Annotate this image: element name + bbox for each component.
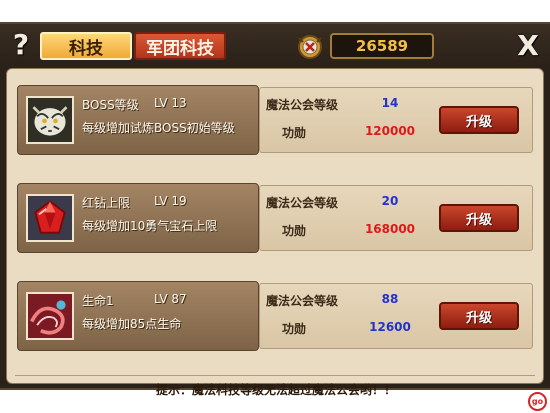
gold-emblem-icon (298, 35, 322, 59)
divider (15, 375, 535, 376)
guild-level-label: 魔法公会等级 (266, 98, 339, 112)
upgrade-button[interactable]: 升级 (439, 106, 519, 134)
tech-level: LV 13 (154, 96, 187, 110)
guild-level-label: 魔法公会等级 (266, 294, 339, 308)
tab-legion-tech[interactable]: 军团科技 (134, 32, 226, 60)
tech-row-red-diamond-cap: 红钻上限 LV 19 每级增加10勇气宝石上限 魔法公会等级 20 功勋 168… (17, 183, 533, 253)
merit-value: 12600 (369, 320, 411, 334)
close-button[interactable]: X (513, 29, 543, 62)
tech-info: 生命1 LV 87 每级增加85点生命 (17, 281, 259, 351)
tech-level: LV 87 (154, 292, 187, 306)
tech-name: 红钻上限 (82, 196, 131, 210)
window-frame: ? 科技 军团科技 26589 X BOSS等级 LV 13 每级增加试炼BOS… (0, 22, 550, 397)
tech-info: 红钻上限 LV 19 每级增加10勇气宝石上限 (17, 183, 259, 253)
life-swirl-icon (26, 292, 74, 340)
upgrade-button[interactable]: 升级 (439, 302, 519, 330)
watermark-logo: go (528, 392, 547, 411)
tech-level: LV 19 (154, 194, 187, 208)
tech-description: 每级增加10勇气宝石上限 (82, 219, 218, 233)
red-gem-icon (26, 194, 74, 242)
merit-value: 168000 (364, 222, 416, 236)
hint-text: 提示：魔法科技等级无法超过魔法公会哟！！ (155, 383, 396, 397)
tech-description: 每级增加85点生命 (82, 317, 182, 331)
tech-requirements: 魔法公会等级 14 功勋 120000 升级 (259, 87, 533, 153)
merit-label: 功勋 (282, 322, 307, 336)
merit-value: 120000 (364, 124, 416, 138)
tech-requirements: 魔法公会等级 88 功勋 12600 升级 (259, 283, 533, 349)
help-button[interactable]: ? (6, 28, 36, 61)
tech-info: BOSS等级 LV 13 每级增加试炼BOSS初始等级 (17, 85, 259, 155)
white-tiger-icon (26, 96, 74, 144)
tech-panel: BOSS等级 LV 13 每级增加试炼BOSS初始等级 魔法公会等级 14 功勋… (6, 68, 544, 397)
guild-level-value: 14 (381, 96, 399, 110)
tech-name: BOSS等级 (82, 98, 139, 112)
merit-label: 功勋 (282, 224, 307, 238)
upgrade-button[interactable]: 升级 (439, 204, 519, 232)
gold-counter: 26589 (330, 33, 434, 59)
tech-row-boss-level: BOSS等级 LV 13 每级增加试炼BOSS初始等级 魔法公会等级 14 功勋… (17, 85, 533, 155)
tech-requirements: 魔法公会等级 20 功勋 168000 升级 (259, 185, 533, 251)
merit-label: 功勋 (282, 126, 307, 140)
guild-level-value: 88 (381, 292, 399, 306)
tech-name: 生命1 (82, 294, 114, 308)
tech-description: 每级增加试炼BOSS初始等级 (82, 121, 235, 135)
top-bar: ? 科技 军团科技 26589 X (0, 24, 550, 66)
tab-tech[interactable]: 科技 (40, 32, 132, 60)
guild-level-label: 魔法公会等级 (266, 196, 339, 210)
guild-level-value: 20 (381, 194, 399, 208)
tech-row-life: 生命1 LV 87 每级增加85点生命 魔法公会等级 88 功勋 12600 升… (17, 281, 533, 351)
